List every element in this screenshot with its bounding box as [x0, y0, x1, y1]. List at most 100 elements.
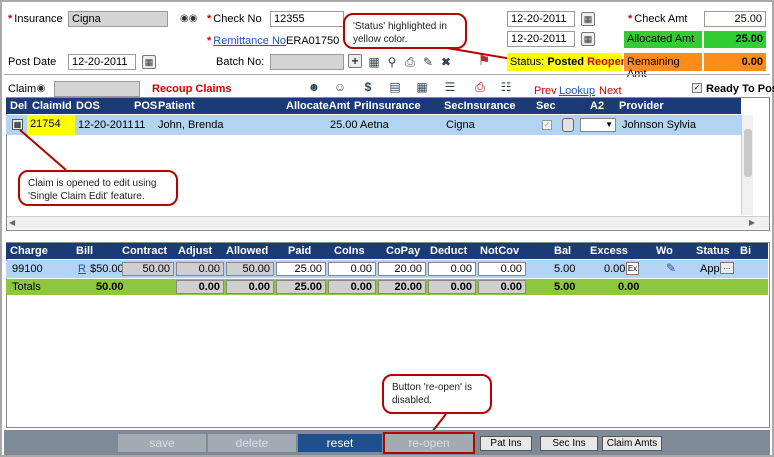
col-pos: POS [134, 100, 158, 112]
claim-label: Claim [8, 83, 37, 95]
save-button[interactable]: save [118, 434, 206, 452]
binoculars-icon[interactable]: ◉ [34, 82, 48, 96]
col-deduct: Deduct [430, 245, 468, 257]
binoculars-icon[interactable]: ◉◉ [180, 12, 197, 26]
calendar-icon[interactable]: ▦ [581, 32, 595, 46]
table-row[interactable]: 99100 R $50.00 50.00 0.00 50.00 25.00 0.… [6, 260, 768, 278]
totals-coins: 0.00 [328, 280, 376, 294]
a2-select[interactable]: ▼ [580, 118, 616, 132]
callout-status: 'Status' highlighted in yellow color. [343, 13, 467, 49]
copay-input[interactable]: 20.00 [378, 262, 426, 276]
adjust-cell: 0.00 [176, 262, 224, 276]
scrollbar-thumb[interactable] [744, 129, 752, 177]
col-paid: Paid [288, 245, 312, 257]
vertical-scrollbar[interactable] [741, 115, 753, 215]
col-adjust: Adjust [178, 245, 213, 257]
remittance-link[interactable]: Remittance No [213, 35, 286, 47]
horizontal-scrollbar[interactable]: ◀ ▶ [7, 216, 769, 229]
col-allowed: Allowed [226, 245, 269, 257]
batchno-field[interactable] [270, 54, 344, 70]
secinsurance-cell: Cigna [446, 119, 475, 131]
status-cell: App [700, 263, 720, 275]
deduct-input[interactable]: 0.00 [428, 262, 476, 276]
coins-input[interactable]: 0.00 [328, 262, 376, 276]
form-icon[interactable]: ▦ [414, 79, 430, 95]
postdate-field[interactable]: 12-20-2011 [68, 54, 136, 70]
col-patient: Patient [158, 100, 195, 112]
table-row[interactable]: ▦ 21754 12-20-2011 11 John, Brenda 25.00… [6, 115, 741, 135]
date2-field[interactable]: 12-20-2011 [507, 31, 575, 47]
allocated-label: Allocated Amt [624, 31, 702, 48]
allocate-cell: 25.00 [330, 119, 358, 131]
patient-icon[interactable]: ☻ [306, 79, 322, 95]
reopen-link[interactable]: Reopen [587, 56, 627, 68]
callout-claim: Claim is opened to edit using 'Single Cl… [18, 170, 178, 206]
charge-cell: 99100 [12, 263, 43, 275]
insurance-field[interactable]: Cigna [68, 11, 168, 27]
grid-icon[interactable]: ▦ [366, 54, 382, 70]
writeoff-icon[interactable]: ✎ [666, 261, 676, 275]
totals-adjust: 0.00 [176, 280, 224, 294]
pat-ins-button[interactable]: Pat Ins [480, 436, 532, 451]
add-icon[interactable]: + [348, 54, 362, 68]
calendar-icon[interactable]: ▦ [142, 55, 156, 69]
claim-search-field[interactable] [54, 81, 140, 97]
date1-field[interactable]: 12-20-2011 [507, 11, 575, 27]
sec-ins-button[interactable]: Sec Ins [540, 436, 598, 451]
paid-input[interactable]: 25.00 [276, 262, 326, 276]
search-icon[interactable]: ⚲ [384, 54, 400, 70]
checkno-field[interactable]: 12355 [270, 11, 344, 27]
remittance-value: ERA01750 [286, 35, 340, 47]
checkno-label: * Check No [207, 13, 262, 25]
remaining-label: Remaining Amt [624, 53, 702, 80]
ex-icon[interactable]: Ex [626, 262, 639, 275]
scroll-left-icon[interactable]: ◀ [9, 218, 15, 227]
col-contract: Contract [122, 245, 168, 257]
col-allocateamt: AllocateAmt [286, 100, 351, 112]
edit-icon[interactable]: ✎ [420, 54, 436, 70]
document-icon[interactable]: ▤ [387, 79, 403, 95]
next-link[interactable]: Next [599, 85, 622, 97]
delete-button[interactable]: delete [208, 434, 296, 452]
totals-notcov: 0.00 [478, 280, 526, 294]
insurance-label: * Insurance [8, 13, 63, 25]
checkamt-label: * Check Amt [628, 13, 688, 25]
print-icon[interactable]: ⎙ [472, 79, 488, 95]
checkamt-field[interactable]: 25.00 [704, 11, 766, 27]
print-icon[interactable]: ⎙ [402, 54, 418, 70]
recoup-claims-link[interactable]: Recoup Claims [152, 83, 231, 95]
divider [4, 74, 770, 75]
totals-paid: 25.00 [276, 280, 326, 294]
col-copay: CoPay [386, 245, 421, 257]
notcov-input[interactable]: 0.00 [478, 262, 526, 276]
columns-icon[interactable]: ☷ [498, 79, 514, 95]
totals-label: Totals [12, 281, 41, 293]
ready-checkbox[interactable]: ✓ [692, 83, 702, 93]
col-bill: Bill [76, 245, 94, 257]
allocated-value: 25.00 [704, 31, 766, 48]
col-wo: Wo [656, 245, 673, 257]
calendar-icon[interactable]: ▦ [581, 12, 595, 26]
totals-deduct: 0.00 [428, 280, 476, 294]
lookup-link[interactable]: Lookup [559, 85, 595, 97]
sec-checkbox[interactable]: ✓ [542, 120, 552, 130]
reset-button[interactable]: reset [298, 434, 382, 452]
dollar-icon[interactable]: $ [360, 79, 376, 95]
people-icon[interactable]: ☺ [332, 79, 348, 95]
prev-link[interactable]: Prev [534, 85, 557, 97]
col-del: Del [10, 100, 28, 112]
dos-cell: 12-20-2011 [78, 119, 134, 131]
reopen-button[interactable]: re-open [383, 432, 475, 454]
pos-cell: 11 [134, 119, 146, 131]
list-icon[interactable]: ☰ [442, 79, 458, 95]
claim-amts-button[interactable]: Claim Amts [602, 436, 662, 451]
col-priinsurance: PriInsurance [354, 100, 421, 112]
note-icon[interactable] [562, 118, 574, 132]
scroll-right-icon[interactable]: ▶ [749, 218, 755, 227]
r-link[interactable]: R [78, 263, 86, 275]
more-icon[interactable]: ... [720, 262, 734, 274]
priinsurance-cell: Aetna [360, 119, 389, 131]
delete-icon[interactable]: ✖ [438, 54, 454, 70]
flag-icon[interactable]: ⚑ [476, 52, 492, 68]
col-dos: DOS [76, 100, 100, 112]
